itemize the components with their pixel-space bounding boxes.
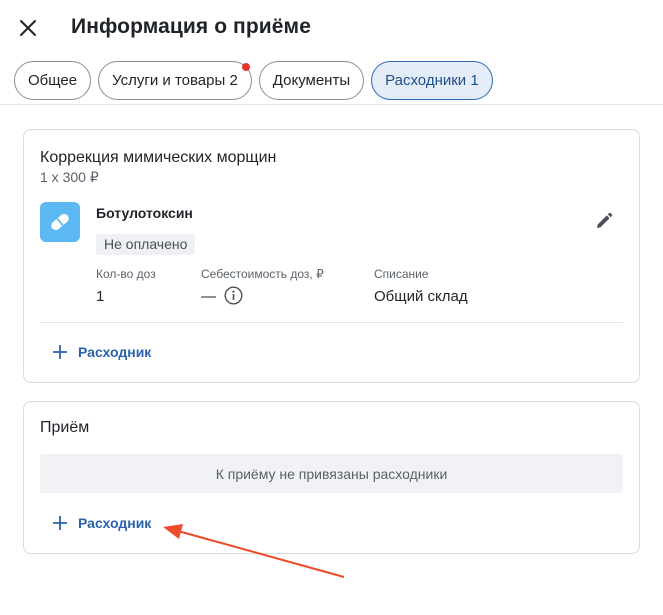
header-divider xyxy=(0,104,663,105)
tab-label: Документы xyxy=(272,72,351,89)
tab-label: Общее xyxy=(28,72,78,89)
consumable-name: Ботулотоксин xyxy=(96,205,193,221)
pill-icon xyxy=(40,202,80,242)
page-title: Информация о приёме xyxy=(71,15,311,38)
header: Информация о приёме xyxy=(0,0,663,56)
cost-value: — xyxy=(201,288,216,305)
service-card: Коррекция мимических морщин 1 x 300 ₽ Бо… xyxy=(23,129,640,383)
appointment-card: Приём К приёму не привязаны расходники Р… xyxy=(23,401,640,554)
notification-dot xyxy=(241,63,250,71)
close-button[interactable] xyxy=(14,14,42,42)
tab-documents[interactable]: Документы xyxy=(258,61,365,100)
tab-general[interactable]: Общее xyxy=(14,61,92,100)
writeoff-value: Общий склад xyxy=(374,288,468,305)
plus-icon xyxy=(53,516,67,530)
tab-bar: Общее Услуги и товары 2 Документы Расход… xyxy=(14,61,493,100)
edit-button[interactable] xyxy=(593,210,615,232)
empty-state: К приёму не привязаны расходники xyxy=(40,454,623,493)
service-name: Коррекция мимических морщин xyxy=(40,149,277,166)
plus-icon xyxy=(53,345,67,359)
doses-label: Кол-во доз xyxy=(96,267,156,281)
cost-label: Себестоимость доз, ₽ xyxy=(201,267,324,281)
card-divider xyxy=(40,322,623,323)
writeoff-label: Списание xyxy=(374,267,429,281)
add-consumable-button[interactable]: Расходник xyxy=(52,344,151,360)
add-consumable-label: Расходник xyxy=(78,515,152,531)
service-price: 1 x 300 ₽ xyxy=(40,169,99,185)
add-appointment-consumable-button[interactable]: Расходник xyxy=(52,515,151,531)
tab-label: Услуги и товары 2 xyxy=(112,72,238,89)
tab-label: Расходники 1 xyxy=(385,72,479,89)
add-consumable-label: Расходник xyxy=(78,344,152,360)
doses-value: 1 xyxy=(96,288,105,305)
pencil-icon xyxy=(597,212,613,228)
info-icon[interactable] xyxy=(224,286,243,305)
tab-consumables[interactable]: Расходники 1 xyxy=(371,61,493,100)
close-icon xyxy=(20,20,36,36)
tab-services-goods[interactable]: Услуги и товары 2 xyxy=(98,61,252,100)
section-title: Приём xyxy=(40,419,90,436)
status-badge: Не оплачено xyxy=(96,234,196,255)
